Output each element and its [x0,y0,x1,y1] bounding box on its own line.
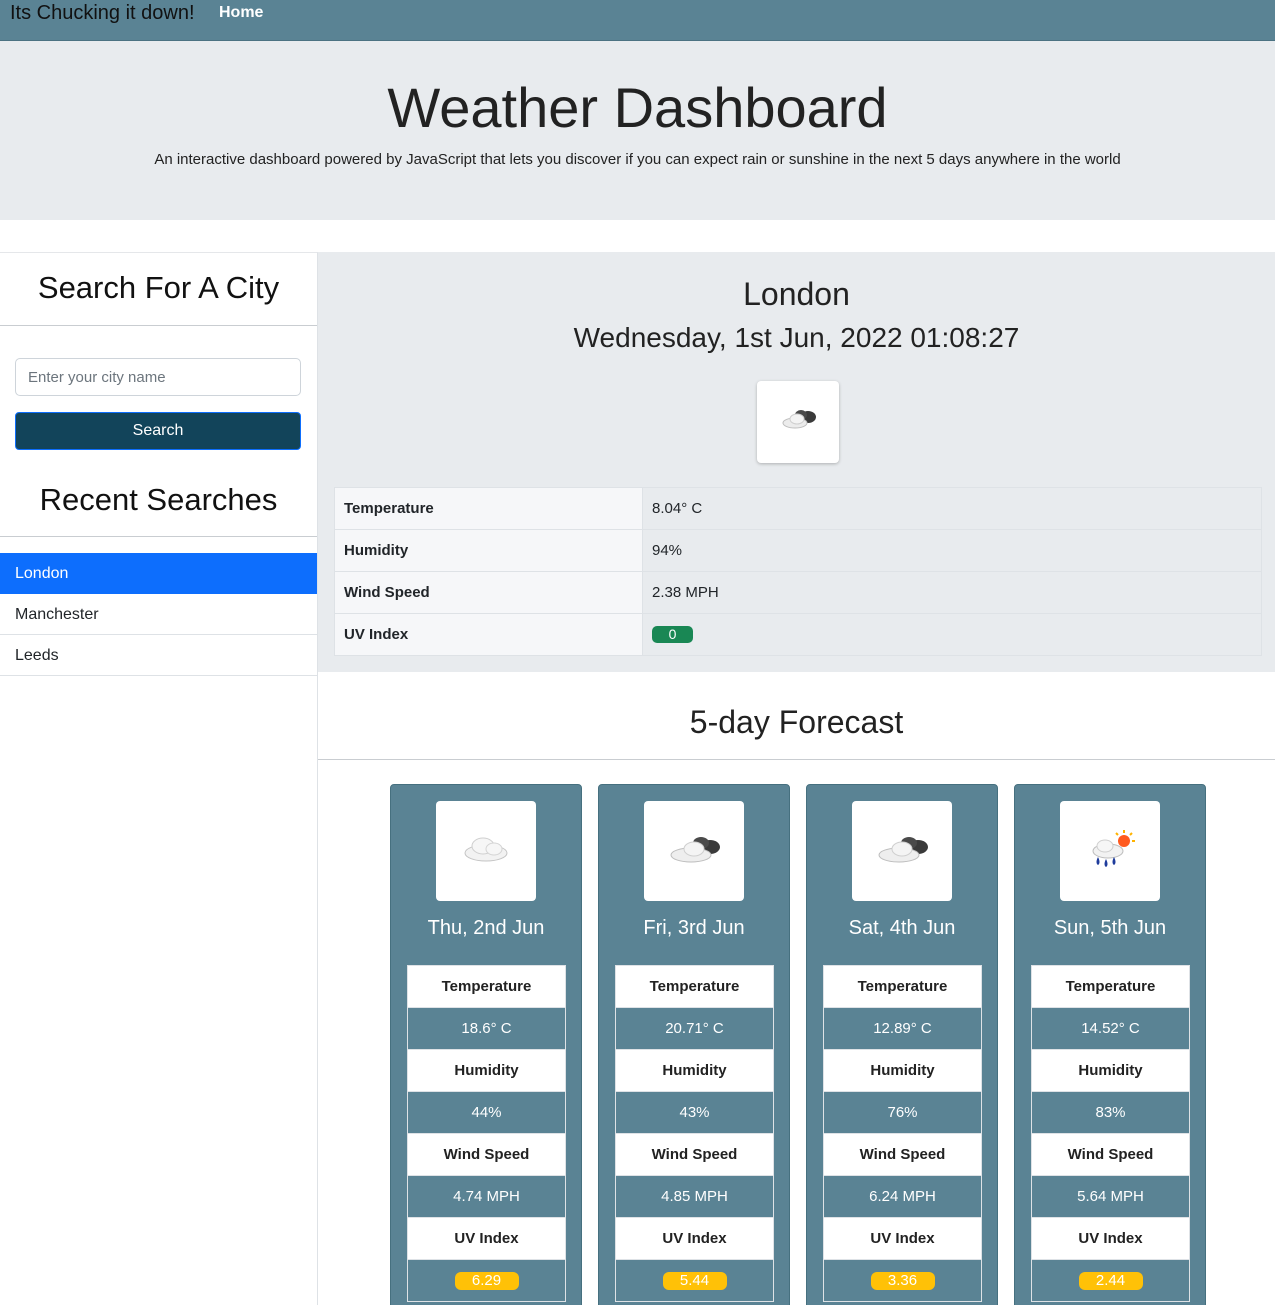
header-banner: Weather Dashboard An interactive dashboa… [0,41,1275,220]
uv-index-cell: 5.44 [615,1259,774,1302]
forecast-card: Sun, 5th Jun Temperature 14.52° C Humidi… [1014,784,1206,1305]
current-weather-table: Temperature 8.04° C Humidity 94% Wind Sp… [334,487,1262,656]
temperature-value: 20.71° C [615,1007,774,1050]
forecast-title: 5-day Forecast [689,704,904,740]
uv-index-label: UV Index [615,1217,774,1260]
city-search-input[interactable] [15,358,301,396]
divider [0,536,317,537]
forecast-date: Sat, 4th Jun [848,917,956,939]
search-button[interactable]: Search [15,412,301,450]
uv-index-cell: 0 [642,613,1262,656]
forecast-table: Temperature 18.6° C Humidity 44% Wind Sp… [407,965,566,1302]
cloudy-night-icon [757,381,839,463]
wind-speed-value: 6.24 MPH [823,1175,982,1218]
humidity-value: 43% [615,1091,774,1134]
current-weather-panel: London Wednesday, 1st Jun, 2022 01:08:27… [318,252,1275,672]
temperature-label: Temperature [615,965,774,1008]
uv-index-cell: 3.36 [823,1259,982,1302]
temperature-value: 14.52° C [1031,1007,1190,1050]
forecast-card: Thu, 2nd Jun Temperature 18.6° C Humidit… [390,784,582,1305]
humidity-label: Humidity [407,1049,566,1092]
temperature-label: Temperature [1031,965,1190,1008]
temperature-label: Temperature [407,965,566,1008]
forecast-table: Temperature 14.52° C Humidity 83% Wind S… [1031,965,1190,1302]
uv-index-cell: 6.29 [407,1259,566,1302]
wind-speed-label: Wind Speed [407,1133,566,1176]
uv-index-label: UV Index [334,613,643,656]
recent-item-leeds[interactable]: Leeds [0,635,317,676]
navbar: Its Chucking it down! Home [0,0,1275,41]
page-subtitle: An interactive dashboard powered by Java… [154,151,1121,168]
temperature-label: Temperature [823,965,982,1008]
humidity-value: 44% [407,1091,566,1134]
humidity-label: Humidity [334,529,643,572]
humidity-value: 76% [823,1091,982,1134]
forecast-date: Fri, 3rd Jun [643,917,745,939]
forecast-date: Sun, 5th Jun [1053,917,1167,939]
humidity-label: Humidity [823,1049,982,1092]
uv-index-label: UV Index [407,1217,566,1260]
recent-item-london[interactable]: London [0,553,317,594]
uv-index-badge: 0 [652,626,693,643]
uv-index-label: UV Index [1031,1217,1190,1260]
uv-index-badge: 2.44 [1078,1271,1143,1290]
rain-sun-icon [1060,801,1160,901]
temperature-label: Temperature [334,487,643,530]
table-row: Wind Speed 2.38 MPH [334,571,1262,614]
cloud-icon [436,801,536,901]
current-datetime: Wednesday, 1st Jun, 2022 01:08:27 [573,322,1020,353]
nav-link-home[interactable]: Home [219,4,263,22]
humidity-value: 83% [1031,1091,1190,1134]
uv-index-cell: 2.44 [1031,1259,1190,1302]
sidebar: Search For A City Search Recent Searches… [0,252,318,1305]
wind-speed-value: 4.85 MPH [615,1175,774,1218]
page-title: Weather Dashboard [387,76,888,139]
current-city-name: London [743,276,850,312]
wind-speed-label: Wind Speed [334,571,643,614]
humidity-value: 94% [642,529,1262,572]
wind-speed-label: Wind Speed [615,1133,774,1176]
uv-index-badge: 5.44 [662,1271,727,1290]
temperature-value: 18.6° C [407,1007,566,1050]
wind-speed-label: Wind Speed [823,1133,982,1176]
navbar-brand[interactable]: Its Chucking it down! [10,2,195,25]
wind-speed-value: 2.38 MPH [642,571,1262,614]
forecast-card: Sat, 4th Jun Temperature 12.89° C Humidi… [806,784,998,1305]
wind-speed-value: 4.74 MPH [407,1175,566,1218]
uv-index-badge: 3.36 [870,1271,935,1290]
cloudy-night-icon [644,801,744,901]
wind-speed-label: Wind Speed [1031,1133,1190,1176]
temperature-value: 12.89° C [823,1007,982,1050]
wind-speed-value: 5.64 MPH [1031,1175,1190,1218]
forecast-card: Fri, 3rd Jun Temperature 20.71° C Humidi… [598,784,790,1305]
uv-index-badge: 6.29 [454,1271,519,1290]
cloudy-night-icon [852,801,952,901]
divider [0,325,317,326]
forecast-table: Temperature 20.71° C Humidity 43% Wind S… [615,965,774,1302]
humidity-label: Humidity [1031,1049,1190,1092]
divider [318,759,1275,760]
recent-searches-title: Recent Searches [39,482,278,517]
temperature-value: 8.04° C [642,487,1262,530]
humidity-label: Humidity [615,1049,774,1092]
search-title: Search For A City [37,270,280,305]
table-row: Humidity 94% [334,529,1262,572]
table-row: Temperature 8.04° C [334,487,1262,530]
table-row: UV Index 0 [334,613,1262,656]
recent-searches-list: London Manchester Leeds [0,553,317,676]
uv-index-label: UV Index [823,1217,982,1260]
forecast-table: Temperature 12.89° C Humidity 76% Wind S… [823,965,982,1302]
recent-item-manchester[interactable]: Manchester [0,594,317,635]
forecast-date: Thu, 2nd Jun [427,917,545,939]
